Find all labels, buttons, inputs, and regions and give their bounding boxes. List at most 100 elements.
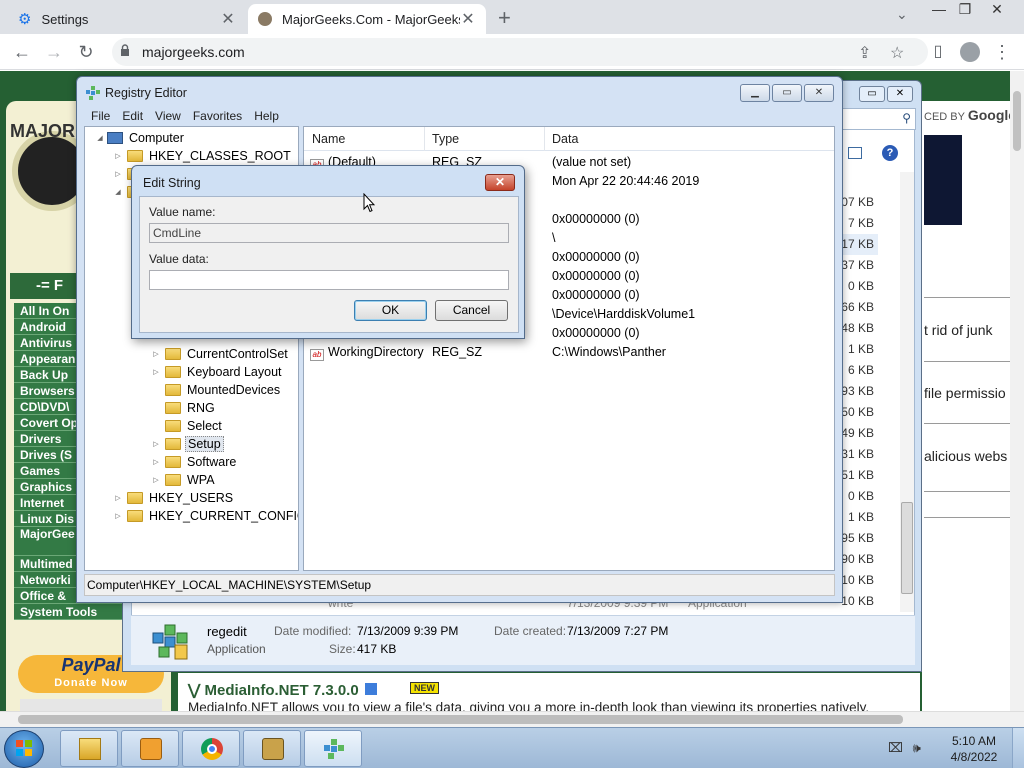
value-data-field[interactable]: [149, 270, 509, 290]
show-desktop-button[interactable]: [1012, 728, 1024, 768]
tab-settings[interactable]: ⚙ Settings ✕: [8, 4, 246, 34]
tree-node-select[interactable]: Select: [151, 417, 224, 435]
expand-icon[interactable]: ▷: [151, 350, 161, 358]
expand-icon[interactable]: ▷: [113, 512, 123, 520]
close-button[interactable]: ✕: [887, 86, 913, 102]
address-bar[interactable]: majorgeeks.com ⇪ ☆: [112, 38, 928, 66]
close-window-button[interactable]: ✕: [982, 0, 1012, 18]
url-text[interactable]: majorgeeks.com: [142, 44, 245, 60]
profile-avatar-icon[interactable]: [958, 40, 982, 64]
cancel-button[interactable]: Cancel: [435, 300, 508, 321]
back-arrow-icon[interactable]: ←: [10, 40, 34, 64]
expand-icon[interactable]: ▷: [113, 494, 123, 502]
scroll-thumb[interactable]: [18, 715, 903, 724]
collapse-icon[interactable]: ◢: [113, 188, 123, 196]
expand-icon[interactable]: ▷: [151, 458, 161, 466]
tree-node-currentcontrolset[interactable]: ▷ CurrentControlSet: [151, 345, 290, 363]
close-button[interactable]: ✕: [485, 174, 515, 191]
registry-value-row[interactable]: ab WorkingDirectory REG_SZ C:\Windows\Pan…: [304, 343, 834, 362]
expand-icon[interactable]: ▷: [113, 170, 123, 178]
column-header-data[interactable]: Data: [552, 132, 578, 146]
tree-node-computer[interactable]: ◢ Computer: [95, 129, 186, 147]
ok-button[interactable]: OK: [354, 300, 427, 321]
tree-node-mounteddevices[interactable]: MountedDevices: [151, 381, 282, 399]
tree-node-keyboard-layout[interactable]: ▷ Keyboard Layout: [151, 363, 284, 381]
tab-majorgeeks[interactable]: MajorGeeks.Com - MajorGeeks ✕: [248, 4, 486, 34]
reload-icon[interactable]: ↻: [74, 40, 98, 64]
article-title[interactable]: ⋁ MediaInfo.NET 7.3.0.0: [188, 681, 377, 699]
clock[interactable]: 5:10 AM 4/8/2022: [946, 733, 1002, 765]
divider: [924, 297, 1022, 298]
gear-icon: ⚙: [18, 11, 32, 28]
menu-file[interactable]: File: [85, 107, 116, 125]
expand-icon[interactable]: ▷: [151, 440, 161, 448]
start-button[interactable]: [4, 730, 44, 768]
forward-arrow-icon[interactable]: →: [42, 40, 66, 64]
tab-search-chevron-icon[interactable]: ⌄: [896, 6, 908, 23]
collapse-icon[interactable]: ◢: [95, 134, 105, 142]
new-tab-button[interactable]: +: [498, 5, 511, 31]
lock-icon: [121, 44, 129, 56]
tree-node-software[interactable]: ▷ Software: [151, 453, 238, 471]
taskbar-media-player[interactable]: [121, 730, 179, 767]
article-snippet[interactable]: alicious webs: [924, 448, 1007, 464]
tree-node-hkey-current-config[interactable]: ▷ HKEY_CURRENT_CONFIG: [113, 507, 298, 525]
article-snippet[interactable]: file permissio: [924, 385, 1006, 401]
explorer-search-box[interactable]: ⚲: [840, 108, 916, 130]
registry-editor-window: Registry Editor ▁ ▭ ✕ File Edit View Fav…: [76, 76, 843, 603]
ad-image[interactable]: [924, 135, 962, 225]
bookmark-star-icon[interactable]: ☆: [890, 43, 904, 63]
minimize-button[interactable]: ▁: [740, 84, 770, 102]
page-vertical-scrollbar[interactable]: [1010, 71, 1024, 711]
explorer-scrollbar[interactable]: [900, 172, 914, 612]
donate-label: Donate Now: [54, 677, 128, 689]
expand-icon[interactable]: ▷: [151, 368, 161, 376]
regedit-icon: [324, 739, 344, 759]
expand-icon[interactable]: ▷: [151, 476, 161, 484]
menu-bar: File Edit View Favorites Help: [85, 107, 285, 125]
close-button[interactable]: ✕: [804, 84, 834, 102]
page-horizontal-scrollbar[interactable]: [0, 711, 1024, 727]
tree-node-hkey-users[interactable]: ▷ HKEY_USERS: [113, 489, 235, 507]
file-explorer-icon: [79, 738, 101, 760]
scroll-thumb[interactable]: [1013, 91, 1021, 151]
expand-icon[interactable]: ▷: [113, 152, 123, 160]
dialog-title: Edit String: [143, 176, 201, 190]
volume-icon[interactable]: 🕪: [913, 740, 921, 755]
kebab-menu-icon[interactable]: ⋮: [990, 40, 1014, 64]
tree-node-wpa[interactable]: ▷ WPA: [151, 471, 217, 489]
menu-view[interactable]: View: [149, 107, 187, 125]
menu-edit[interactable]: Edit: [116, 107, 149, 125]
taskbar-security-app[interactable]: [243, 730, 301, 767]
column-header-type[interactable]: Type: [432, 132, 459, 146]
close-tab-icon[interactable]: ✕: [460, 9, 476, 29]
minimize-button[interactable]: ▭: [859, 86, 885, 102]
tree-node-rng[interactable]: RNG: [151, 399, 217, 417]
side-panel-icon[interactable]: ▯: [926, 40, 950, 64]
tab-title: Settings: [41, 11, 89, 27]
preview-pane-icon[interactable]: [848, 147, 862, 159]
divider: [924, 423, 1022, 424]
menu-favorites[interactable]: Favorites: [187, 107, 248, 125]
taskbar-chrome[interactable]: [182, 730, 240, 767]
tree-node-hkey-classes-root[interactable]: ▷ HKEY_CLASSES_ROOT: [113, 147, 293, 165]
close-tab-icon[interactable]: ✕: [220, 9, 236, 29]
maximize-button[interactable]: ▭: [772, 84, 802, 102]
taskbar-file-explorer[interactable]: [60, 730, 118, 767]
taskbar-regedit[interactable]: [304, 730, 362, 767]
tree-node-setup[interactable]: ▷ Setup: [151, 435, 224, 453]
menu-help[interactable]: Help: [248, 107, 285, 125]
mouse-pointer-icon: [363, 193, 375, 213]
value-data-label: Value data:: [149, 252, 209, 266]
file-name: regedit: [207, 624, 247, 639]
restore-button[interactable]: ❐: [950, 0, 980, 18]
windows-logo-icon: [16, 740, 32, 756]
network-icon[interactable]: ⌧: [888, 740, 903, 755]
article-snippet[interactable]: t rid of junk: [924, 322, 992, 338]
scroll-thumb[interactable]: [901, 502, 913, 594]
column-header-name[interactable]: Name: [312, 132, 345, 146]
value-name-field[interactable]: [149, 223, 509, 243]
edit-string-dialog: Edit String ✕ Value name: Value data: OK…: [131, 165, 525, 339]
share-icon[interactable]: ⇪: [858, 43, 871, 63]
help-icon[interactable]: ?: [882, 145, 898, 161]
